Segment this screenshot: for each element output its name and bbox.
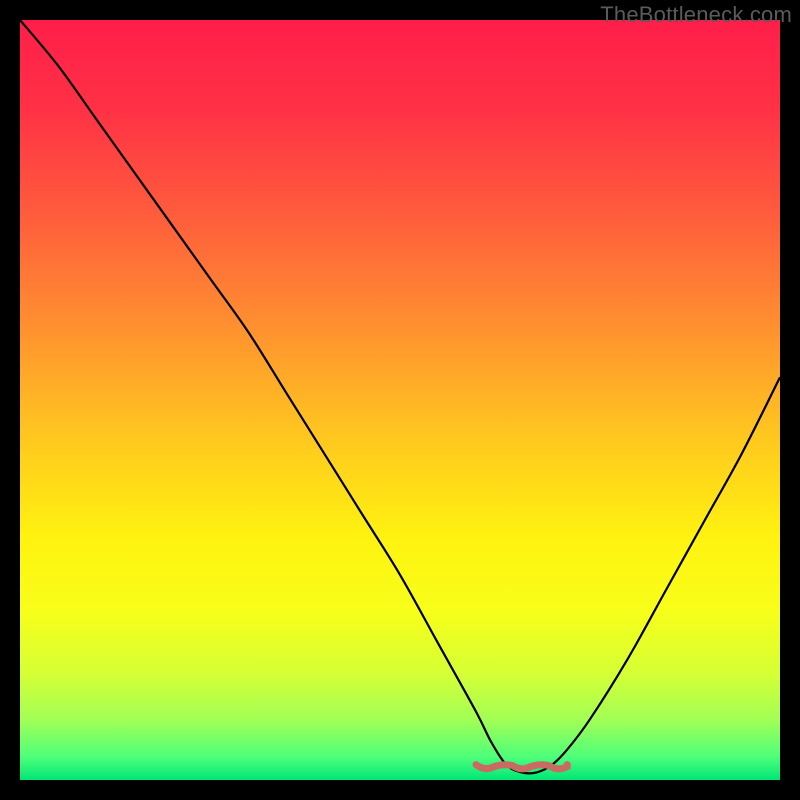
watermark-text: TheBottleneck.com [600, 2, 792, 28]
chart-frame: TheBottleneck.com [0, 0, 800, 800]
plot-area [20, 20, 780, 780]
gradient-background [20, 20, 780, 780]
chart-svg [20, 20, 780, 780]
